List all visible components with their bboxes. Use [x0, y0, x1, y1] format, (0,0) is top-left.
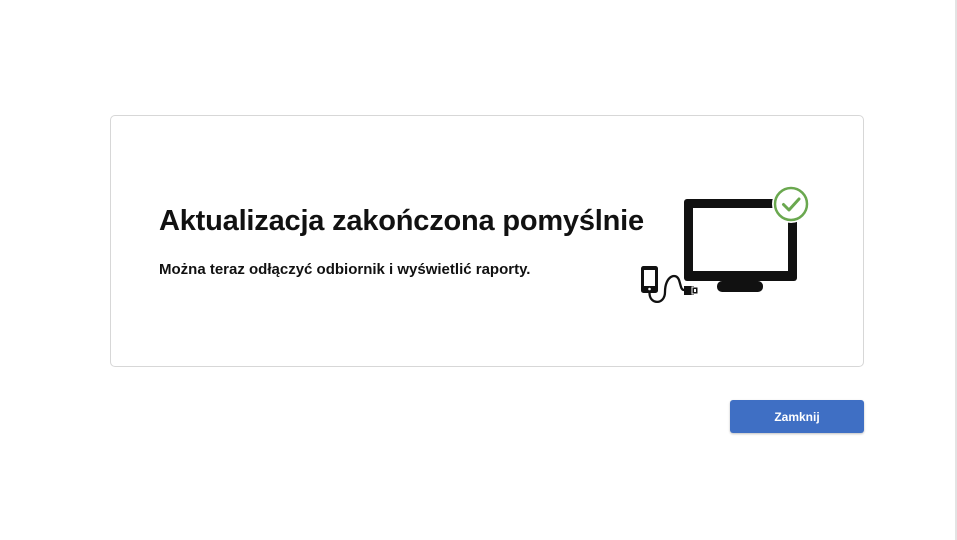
success-checkmark-icon — [772, 185, 810, 223]
close-button[interactable]: Zamknij — [730, 400, 864, 433]
status-message: Można teraz odłączyć odbiornik i wyświet… — [159, 261, 531, 278]
update-complete-page: Aktualizacja zakończona pomyślnie Można … — [0, 0, 957, 540]
page-title: Aktualizacja zakończona pomyślnie — [159, 205, 644, 237]
phone-icon — [641, 266, 658, 293]
success-card: Aktualizacja zakończona pomyślnie Można … — [110, 115, 864, 367]
receiver-connected-illustration — [641, 185, 810, 304]
